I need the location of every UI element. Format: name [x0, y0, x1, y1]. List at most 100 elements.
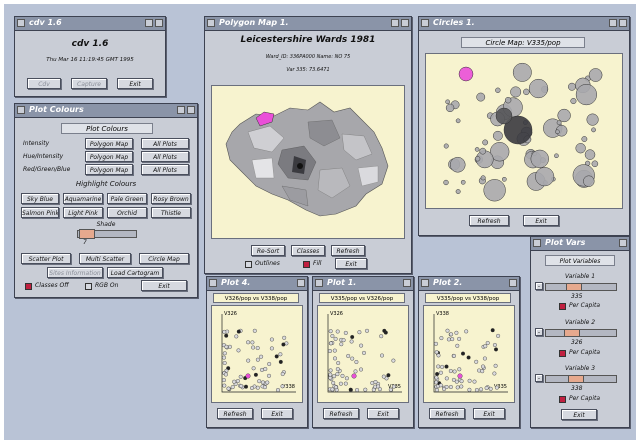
circle-map-button[interactable]: Circle Map	[139, 253, 189, 264]
maximize-icon[interactable]	[401, 19, 409, 27]
scatter-point	[255, 346, 260, 351]
hue-polygon-map-button[interactable]: Polygon Map	[85, 151, 133, 162]
fill-checkbox[interactable]	[303, 261, 310, 268]
scatter-canvas[interactable]: V338 V335	[423, 305, 515, 403]
highlighted-point	[457, 373, 463, 379]
variable-3-slider[interactable]	[545, 375, 617, 383]
sites-information-button[interactable]: Sites Information	[47, 267, 103, 278]
refresh-button[interactable]: Refresh	[331, 245, 365, 256]
scatter-plot-button[interactable]: Scatter Plot	[21, 253, 71, 264]
window-menu-icon[interactable]	[207, 19, 215, 27]
window-menu-icon[interactable]	[315, 279, 323, 287]
refresh-button[interactable]: Refresh	[323, 408, 359, 419]
minimize-icon[interactable]	[145, 19, 153, 27]
per-capita-2-checkbox[interactable]	[559, 350, 566, 357]
maximize-icon[interactable]	[403, 279, 411, 287]
shade-value: 7	[83, 239, 87, 246]
scatter-svg: V326V335	[327, 311, 402, 393]
window-menu-icon[interactable]	[17, 106, 25, 114]
minimize-icon[interactable]	[177, 106, 185, 114]
maximize-icon[interactable]	[187, 106, 195, 114]
variable-1-decrement[interactable]: -	[535, 282, 543, 290]
classes-button[interactable]: Classes	[291, 245, 325, 256]
window-menu-icon[interactable]	[533, 239, 541, 247]
plot-2-titlebar[interactable]: Plot 2.	[419, 277, 519, 291]
exit-button[interactable]: Exit	[335, 258, 367, 269]
refresh-button[interactable]: Refresh	[429, 408, 465, 419]
polygon-map-canvas[interactable]	[211, 85, 405, 239]
sky-blue-button[interactable]: Sky Blue	[21, 193, 59, 204]
maximize-icon[interactable]	[509, 279, 517, 287]
rosy-brown-button[interactable]: Rosy Brown	[151, 193, 191, 204]
ward-circle	[591, 127, 596, 133]
exit-button[interactable]: Exit	[141, 280, 187, 291]
exit-button[interactable]: Exit	[367, 408, 399, 419]
variable-1-slider-handle[interactable]	[566, 283, 582, 291]
per-capita-1-checkbox[interactable]	[559, 303, 566, 310]
maximize-icon[interactable]	[155, 19, 163, 27]
exit-button[interactable]: Exit	[261, 408, 293, 419]
window-title: Plot 4.	[221, 278, 251, 287]
scatter-point	[455, 385, 460, 390]
per-capita-3-checkbox[interactable]	[559, 396, 566, 403]
variable-2-slider[interactable]	[545, 329, 617, 337]
rgb-all-plots-button[interactable]: All Plots	[141, 164, 189, 175]
variable-2-value: 326	[571, 339, 583, 346]
hue-all-plots-button[interactable]: All Plots	[141, 151, 189, 162]
thistle-button[interactable]: Thistle	[151, 207, 191, 218]
variable-2-label: Variable 2	[565, 319, 596, 326]
load-cartogram-button[interactable]: Load Cartogram	[107, 267, 163, 278]
maximize-icon[interactable]	[619, 19, 627, 27]
capture-button[interactable]: Capture	[71, 78, 107, 89]
window-menu-icon[interactable]	[421, 279, 429, 287]
maximize-icon[interactable]	[297, 279, 305, 287]
refresh-button[interactable]: Refresh	[217, 408, 253, 419]
cdv-titlebar[interactable]: cdv 1.6	[15, 17, 165, 31]
outlines-checkbox[interactable]	[245, 261, 252, 268]
maximize-icon[interactable]	[619, 239, 627, 247]
plot-4-titlebar[interactable]: Plot 4.	[207, 277, 307, 291]
re-sort-button[interactable]: Re-Sort	[251, 245, 285, 256]
minimize-icon[interactable]	[391, 19, 399, 27]
rgb-on-checkbox[interactable]	[85, 283, 92, 290]
minimize-icon[interactable]	[609, 19, 617, 27]
intensity-all-plots-button[interactable]: All Plots	[141, 138, 189, 149]
orchid-button[interactable]: Orchid	[107, 207, 147, 218]
variable-3-decrement[interactable]: -	[535, 374, 543, 382]
classes-off-checkbox[interactable]	[25, 283, 32, 290]
window-menu-icon[interactable]	[17, 19, 25, 27]
rgb-polygon-map-button[interactable]: Polygon Map	[85, 164, 133, 175]
exit-button[interactable]: Exit	[473, 408, 505, 419]
exit-button[interactable]: Exit	[117, 78, 153, 89]
intensity-polygon-map-button[interactable]: Polygon Map	[85, 138, 133, 149]
highlighted-circle	[458, 66, 474, 82]
multi-scatter-button[interactable]: Multi Scatter	[79, 253, 131, 264]
scatter-point	[357, 330, 362, 335]
pale-green-button[interactable]: Pale Green	[107, 193, 147, 204]
aquamarine-button[interactable]: Aquamarine	[63, 193, 103, 204]
circle-map-canvas[interactable]	[425, 53, 623, 209]
salmon-pink-button[interactable]: Salmon Pink	[21, 207, 59, 218]
plot-vars-titlebar[interactable]: Plot Vars	[531, 237, 629, 251]
scatter-canvas[interactable]: V326V335	[317, 305, 409, 403]
refresh-button[interactable]: Refresh	[469, 215, 509, 226]
scatter-point	[328, 329, 333, 334]
light-pink-button[interactable]: Light Pink	[63, 207, 103, 218]
variable-1-slider[interactable]	[545, 283, 617, 291]
exit-button[interactable]: Exit	[523, 215, 559, 226]
window-menu-icon[interactable]	[209, 279, 217, 287]
scatter-canvas[interactable]: V326 V338	[211, 305, 303, 403]
window-menu-icon[interactable]	[421, 19, 429, 27]
exit-button[interactable]: Exit	[561, 409, 597, 420]
circles-titlebar[interactable]: Circles 1.	[419, 17, 629, 31]
cdv-button[interactable]: Cdv	[27, 78, 61, 89]
variable-2-slider-handle[interactable]	[564, 329, 580, 337]
plot-variables-heading: Plot Variables	[545, 255, 615, 266]
shade-slider-handle[interactable]	[79, 229, 95, 239]
plot-colours-titlebar[interactable]: Plot Colours	[15, 104, 197, 118]
variable-2-decrement[interactable]: -	[535, 328, 543, 336]
scatter-point	[343, 330, 348, 335]
variable-3-slider-handle[interactable]	[568, 375, 584, 383]
plot-1-titlebar[interactable]: Plot 1.	[313, 277, 413, 291]
polygon-map-titlebar[interactable]: Polygon Map 1.	[205, 17, 411, 31]
